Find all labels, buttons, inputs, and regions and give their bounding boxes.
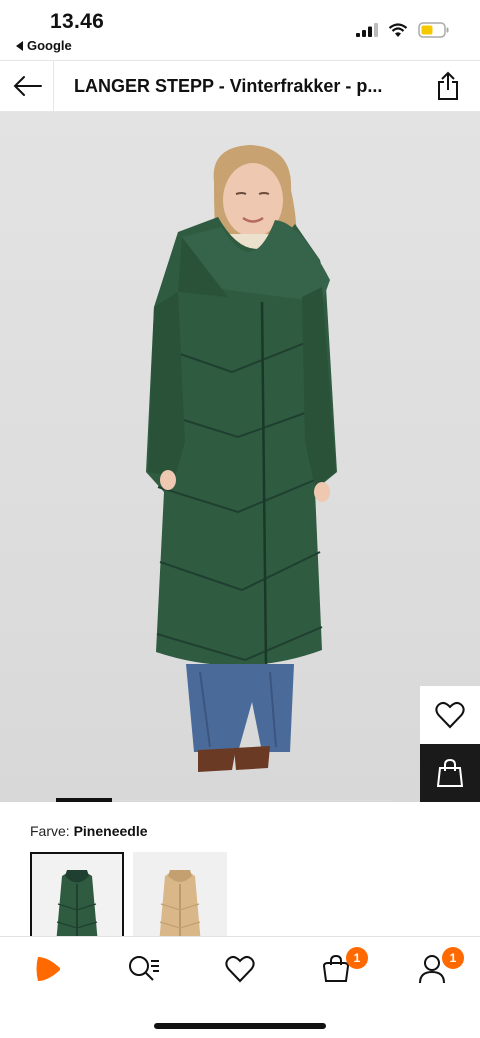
zalando-logo-icon [36, 957, 60, 981]
color-label-prefix: Farve: [30, 823, 70, 839]
nav-home[interactable] [24, 949, 72, 989]
nav-wishlist[interactable] [216, 949, 264, 989]
shopping-bag-icon [437, 758, 463, 787]
signal-icon [356, 23, 378, 37]
bottom-navigation: 1 1 [0, 936, 480, 1038]
battery-icon [418, 22, 449, 38]
color-label: Farve: Pineneedle [30, 823, 148, 839]
nav-account[interactable]: 1 [408, 947, 464, 989]
green-coat-thumbnail [56, 870, 98, 938]
camel-coat-thumbnail [159, 870, 201, 940]
nav-bag[interactable]: 1 [312, 947, 368, 989]
page-title: LANGER STEPP - Vinterfrakker - p... [74, 76, 383, 96]
color-value: Pineneedle [73, 823, 148, 839]
heart-icon [225, 955, 255, 983]
bag-count-badge: 1 [346, 947, 368, 969]
color-swatch-camel[interactable] [133, 852, 227, 940]
status-time: 13.46 [50, 10, 105, 33]
image-pager-track [112, 800, 390, 801]
product-header: LANGER STEPP - Vinterfrakker - p... [0, 60, 480, 112]
back-app-label: Google [27, 38, 72, 53]
status-bar: 13.46 Google [0, 0, 480, 58]
nav-search[interactable] [120, 949, 168, 989]
wishlist-button[interactable] [420, 686, 480, 744]
color-swatch-green[interactable] [30, 852, 124, 940]
back-button[interactable] [0, 61, 54, 111]
image-pager-indicator [56, 798, 112, 802]
arrow-left-icon [13, 76, 42, 96]
heart-icon [435, 701, 465, 729]
back-to-app-link[interactable]: Google [16, 38, 72, 53]
status-icons [356, 22, 450, 38]
back-triangle-icon [16, 40, 23, 51]
coat-model-illustration [146, 145, 337, 772]
account-notification-badge: 1 [442, 947, 464, 969]
share-icon [438, 71, 458, 100]
wifi-icon [388, 22, 408, 37]
share-button[interactable] [432, 70, 464, 102]
search-icon [129, 956, 159, 981]
add-to-bag-button[interactable] [420, 744, 480, 802]
product-image[interactable] [0, 112, 480, 802]
home-indicator [154, 1023, 326, 1029]
